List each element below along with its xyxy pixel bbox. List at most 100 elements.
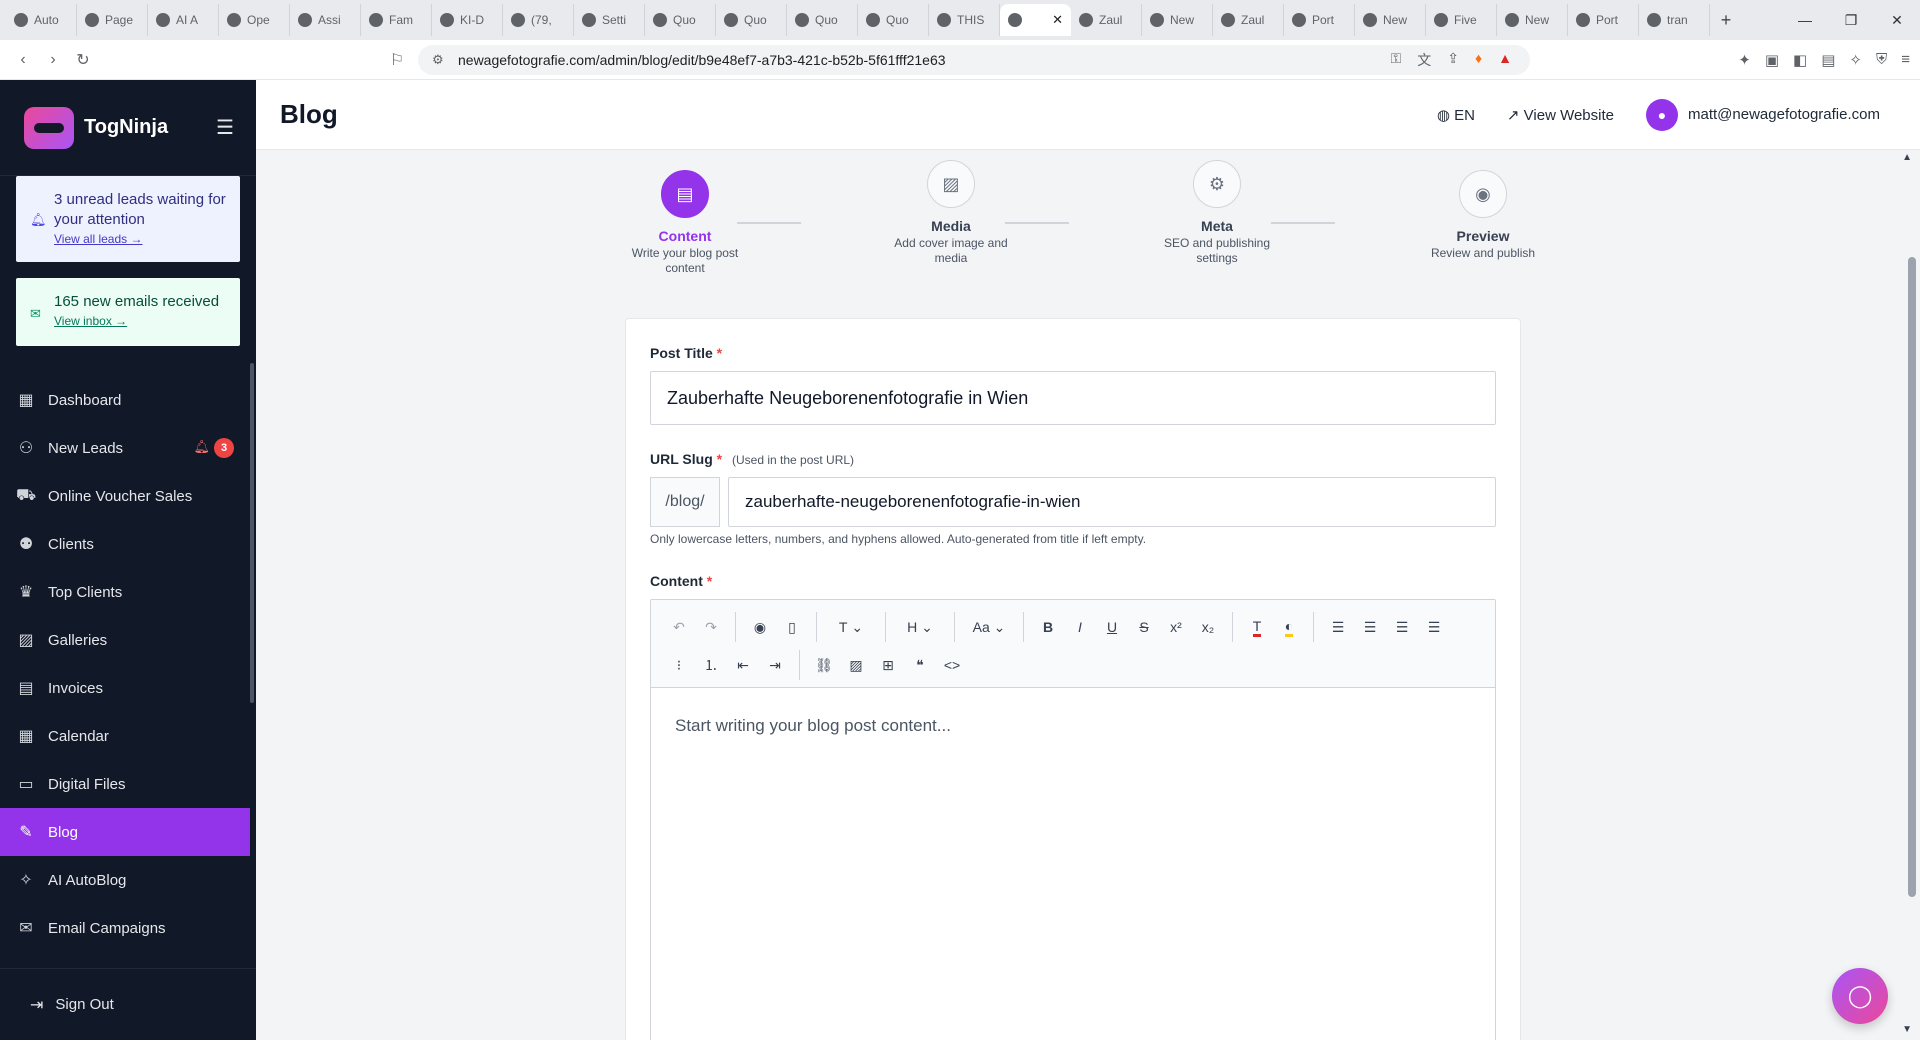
quote-icon[interactable]: ❝: [904, 649, 936, 681]
vpn-icon[interactable]: ⛨: [1876, 51, 1887, 69]
leo-ai-icon[interactable]: ✧: [1849, 51, 1862, 69]
browser-tab[interactable]: Assi: [290, 4, 361, 36]
sidebar-item-clients[interactable]: ⚉ Clients: [0, 520, 256, 568]
scroll-down-arrow[interactable]: ▼: [1902, 1024, 1912, 1035]
restore-icon[interactable]: ❐: [1828, 0, 1874, 40]
sidebar-item-online-voucher-sales[interactable]: ⛟ Online Voucher Sales: [0, 472, 256, 520]
url-slug-input[interactable]: zauberhafte-neugeborenenfotografie-in-wi…: [728, 477, 1496, 527]
highlight-color-icon[interactable]: ◐: [1273, 611, 1305, 643]
sidebar-toggle-icon[interactable]: ◧: [1793, 51, 1807, 69]
rewards-icon[interactable]: ▲: [1498, 50, 1512, 70]
view-website-link[interactable]: ↗ View Website: [1507, 106, 1614, 124]
browser-tab[interactable]: New: [1355, 4, 1426, 36]
link-icon[interactable]: ⛓: [808, 649, 840, 681]
bullet-list-icon[interactable]: ⁝: [663, 649, 695, 681]
code-icon[interactable]: <>: [936, 649, 968, 681]
outdent-icon[interactable]: ⇤: [727, 649, 759, 681]
redo-icon[interactable]: ↷: [695, 611, 727, 643]
strikethrough-icon[interactable]: S: [1128, 611, 1160, 643]
wallet-icon[interactable]: ▤: [1821, 51, 1835, 69]
sidebar-item-invoices[interactable]: ▤ Invoices: [0, 664, 256, 712]
subscript-icon[interactable]: x₂: [1192, 611, 1224, 643]
translate-icon[interactable]: 文: [1417, 50, 1431, 70]
screenshot-icon[interactable]: ▣: [1765, 51, 1779, 69]
forward-icon[interactable]: ›: [38, 51, 68, 69]
hamburger-menu-icon[interactable]: ☰: [216, 115, 234, 140]
sidebar-item-calendar[interactable]: ▦ Calendar: [0, 712, 256, 760]
browser-tab[interactable]: New: [1497, 4, 1568, 36]
browser-tab[interactable]: Quo: [716, 4, 787, 36]
sidebar-item-blog[interactable]: ✎ Blog: [0, 808, 250, 856]
step-preview[interactable]: ◉ Preview Review and publish: [1423, 170, 1543, 261]
sidebar-item-dashboard[interactable]: ▦ Dashboard: [0, 376, 256, 424]
browser-tab[interactable]: Ope: [219, 4, 290, 36]
numbered-list-icon[interactable]: ⒈: [695, 649, 727, 681]
close-window-icon[interactable]: ✕: [1874, 0, 1920, 40]
step-meta[interactable]: ⚙ Meta SEO and publishing settings: [1157, 160, 1277, 266]
view-all-leads-link[interactable]: View all leads →: [54, 232, 228, 246]
align-center-icon[interactable]: ☰: [1354, 611, 1386, 643]
browser-tab[interactable]: Quo: [787, 4, 858, 36]
menu-icon[interactable]: ≡: [1901, 51, 1910, 69]
sign-out-button[interactable]: ⇥ Sign Out: [0, 968, 256, 1040]
site-settings-icon[interactable]: ⚙: [432, 52, 444, 68]
url-field[interactable]: ⚙ newagefotografie.com/admin/blog/edit/b…: [418, 45, 1530, 75]
browser-tab[interactable]: THIS: [929, 4, 1000, 36]
browser-tab[interactable]: AI A: [148, 4, 219, 36]
step-content[interactable]: ▤ Content Write your blog post content: [625, 170, 745, 276]
minimize-icon[interactable]: —: [1782, 0, 1828, 40]
step-media[interactable]: ▨ Media Add cover image and media: [891, 160, 1011, 266]
italic-icon[interactable]: I: [1064, 611, 1096, 643]
key-icon[interactable]: ⚿: [1391, 50, 1402, 70]
browser-tab[interactable]: Quo: [858, 4, 929, 36]
sidebar-item-top-clients[interactable]: ♛ Top Clients: [0, 568, 256, 616]
indent-icon[interactable]: ⇥: [759, 649, 791, 681]
preview-eye-icon[interactable]: ◉: [744, 611, 776, 643]
share-icon[interactable]: ⇪: [1447, 50, 1459, 70]
sidebar-item-digital-files[interactable]: ▭ Digital Files: [0, 760, 256, 808]
chat-button[interactable]: ◯: [1832, 968, 1888, 1024]
sidebar-item-email-campaigns[interactable]: ✉ Email Campaigns: [0, 904, 256, 952]
scroll-up-arrow[interactable]: ▲: [1902, 152, 1912, 163]
superscript-icon[interactable]: x²: [1160, 611, 1192, 643]
browser-tab[interactable]: KI-D: [432, 4, 503, 36]
heading-dropdown[interactable]: H ⌄: [894, 611, 946, 643]
browser-tab[interactable]: tran: [1639, 4, 1710, 36]
browser-tab[interactable]: Quo: [645, 4, 716, 36]
post-title-input[interactable]: Zauberhafte Neugeborenenfotografie in Wi…: [650, 371, 1496, 425]
align-right-icon[interactable]: ☰: [1386, 611, 1418, 643]
bold-icon[interactable]: B: [1032, 611, 1064, 643]
view-inbox-link[interactable]: View inbox →: [54, 314, 228, 328]
browser-tab[interactable]: Five: [1426, 4, 1497, 36]
font-size-dropdown[interactable]: Aa ⌄: [963, 611, 1015, 643]
browser-tab[interactable]: Port: [1284, 4, 1355, 36]
table-icon[interactable]: ⊞: [872, 649, 904, 681]
underline-icon[interactable]: U: [1096, 611, 1128, 643]
sidebar-item-new-leads[interactable]: ⚇ New Leads 🔔︎ 3: [0, 424, 256, 472]
sidebar-item-ai-autoblog[interactable]: ✧ AI AutoBlog: [0, 856, 256, 904]
browser-tab[interactable]: Auto: [6, 4, 77, 36]
extensions-icon[interactable]: ✦: [1738, 51, 1751, 69]
browser-tab[interactable]: Zaul: [1071, 4, 1142, 36]
back-icon[interactable]: ‹: [8, 51, 38, 69]
browser-tab[interactable]: ✕: [1000, 4, 1071, 36]
text-type-dropdown[interactable]: T ⌄: [825, 611, 877, 643]
source-file-icon[interactable]: ▯: [776, 611, 808, 643]
reload-icon[interactable]: ↻: [68, 50, 98, 70]
browser-tab[interactable]: Page: [77, 4, 148, 36]
editor-content-area[interactable]: Start writing your blog post content...: [651, 688, 1495, 764]
browser-tab[interactable]: Setti: [574, 4, 645, 36]
browser-tab[interactable]: (79,: [503, 4, 574, 36]
new-tab-button[interactable]: +: [1710, 10, 1742, 31]
browser-tab[interactable]: Fam: [361, 4, 432, 36]
content-scrollbar[interactable]: [1908, 257, 1916, 897]
close-tab-icon[interactable]: ✕: [1052, 12, 1063, 28]
bookmark-icon[interactable]: ⚐: [382, 50, 412, 70]
sidebar-scrollbar[interactable]: [250, 363, 254, 703]
browser-tab[interactable]: New: [1142, 4, 1213, 36]
undo-icon[interactable]: ↶: [663, 611, 695, 643]
text-color-icon[interactable]: T: [1241, 611, 1273, 643]
sidebar-item-galleries[interactable]: ▨ Galleries: [0, 616, 256, 664]
language-switcher[interactable]: ◍ EN: [1437, 106, 1475, 124]
browser-tab[interactable]: Port: [1568, 4, 1639, 36]
